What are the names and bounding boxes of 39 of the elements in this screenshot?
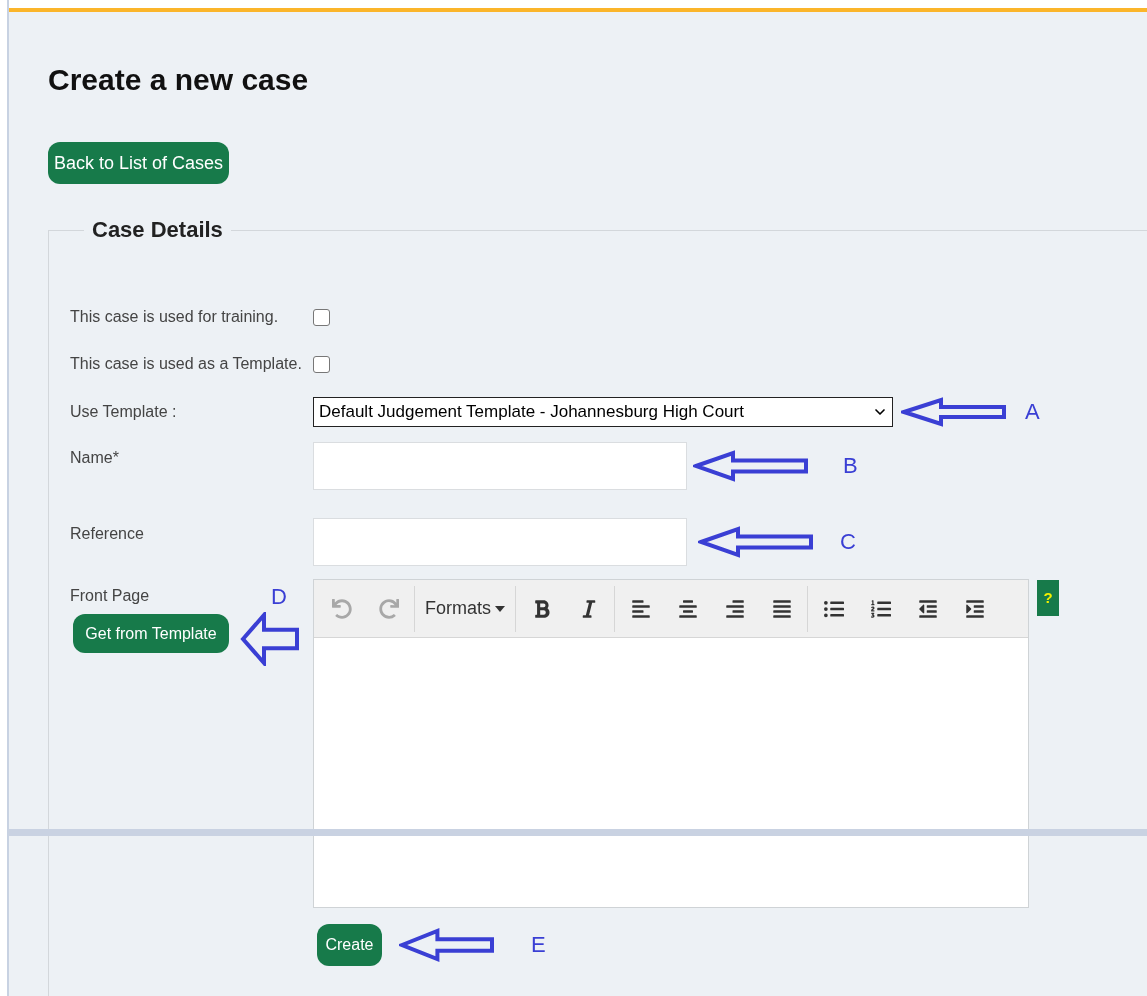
section-legend: Case Details: [84, 216, 231, 244]
annotation-letter: E: [531, 934, 546, 956]
bullet-list-icon: [823, 598, 844, 619]
arrow-icon: [698, 526, 814, 558]
get-from-template-button[interactable]: Get from Template: [73, 614, 229, 653]
field-label: Name*: [70, 448, 120, 468]
help-button[interactable]: ?: [1037, 580, 1059, 616]
arrow-icon: [901, 397, 1007, 427]
checkbox[interactable]: [313, 355, 330, 373]
numbered-list-icon: [870, 598, 891, 619]
arrow-icon: [693, 450, 809, 482]
annotation-letter: D: [271, 586, 287, 608]
outdent-icon: [917, 598, 938, 619]
reference-field[interactable]: [313, 518, 687, 566]
page-title: Create a new case: [48, 62, 309, 98]
field-label: Reference: [70, 524, 145, 544]
checkbox[interactable]: [313, 308, 330, 326]
redo-icon: [378, 598, 399, 619]
align-center-icon: [677, 598, 698, 619]
name-field[interactable]: [313, 442, 687, 490]
arrow-icon: [240, 612, 300, 666]
annotation-letter: A: [1025, 401, 1040, 423]
align-left-icon: [630, 598, 651, 619]
align-right-icon: [724, 598, 745, 619]
caret-icon: [495, 605, 505, 612]
annotation-letter: B: [843, 455, 858, 477]
create-button[interactable]: Create: [317, 924, 382, 966]
indent-icon: [964, 598, 985, 619]
checkbox-label: This case is used as a Template.: [70, 354, 303, 374]
checkbox-label: This case is used for training.: [70, 307, 280, 327]
field-label: Use Template :: [70, 402, 178, 422]
formats-dropdown[interactable]: Formats: [417, 591, 513, 626]
annotation-letter: C: [840, 531, 856, 553]
field-label: Front Page: [70, 586, 150, 606]
align-justify-icon: [771, 598, 792, 619]
back-button[interactable]: Back to List of Cases: [48, 142, 230, 184]
arrow-icon: [399, 928, 495, 962]
template-select[interactable]: Default Judgement Template - Johannesburg High Court: [313, 397, 893, 427]
undo-icon: [331, 598, 352, 619]
